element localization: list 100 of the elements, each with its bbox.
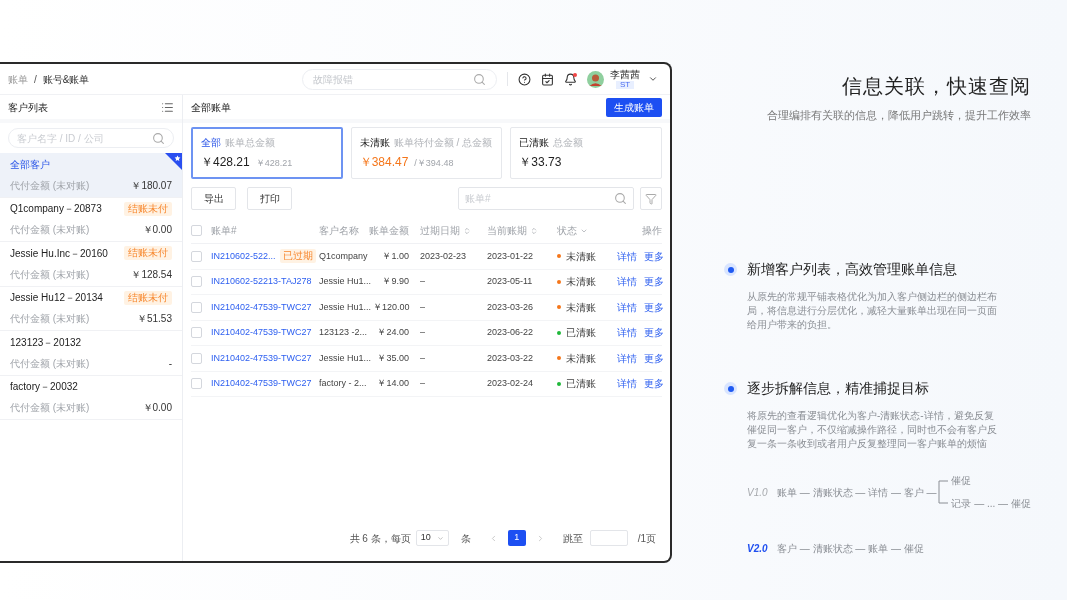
action-link[interactable]: 更多 [644,248,664,264]
customer-name: 123123－20132 [10,335,82,350]
customer-name: 全部客户 [10,157,50,172]
action-link[interactable]: 更多 [644,376,664,392]
bill-link[interactable]: IN210402-47539-TWC27 [211,300,312,314]
card-subtitle: 账单总金额 [225,136,275,150]
amount-cell-text: ￥35.00 [376,351,410,365]
branch-connector [938,480,949,504]
action-link[interactable]: 详情 [617,299,637,315]
amount-value: - [168,356,172,371]
jump-label: 跳至 [562,531,583,546]
breadcrumb-item[interactable]: 账单 [8,71,28,87]
bill-link[interactable]: IN210402-47539-TWC27 [211,377,312,391]
customer-item[interactable]: 全部客户 代付金额 (未对账) ￥180.07 [0,153,182,198]
checkbox[interactable] [191,301,202,313]
filter-button[interactable] [640,187,662,210]
customer-cell-text: Jessie Hu1... [319,275,373,288]
unpaid-tag: 结账未付 [124,290,172,305]
status-cell-text: 未清账 [566,249,596,264]
status-cell-text: 未清账 [566,351,596,366]
card-secondary-value: /￥394.48 [414,157,454,170]
summary-card[interactable]: 已清账 总金额 ￥33.73 [510,127,662,179]
page-jump-field[interactable] [589,530,628,546]
sort-icon[interactable] [530,226,538,235]
period-cell-text: 2023-05-11 [487,275,534,288]
status-cell-text: 未清账 [566,275,596,290]
card-subtitle: 总金额 [553,136,584,150]
card-subtitle: 账单待付金额 / 总金额 [393,136,492,150]
checkbox[interactable] [191,225,202,236]
flow-chain: 账单 — 清账状态 — 详情 — 客户 — [777,485,937,500]
status-cell-text: 未清账 [566,300,596,315]
bullet-icon [724,382,737,396]
amount-label: 代付金额 (未对账) [10,267,90,282]
amount-cell-text: ￥1.00 [381,249,410,263]
bill-link[interactable]: IN210402-47539-TWC27 [211,326,312,340]
bill-link[interactable]: IN210402-47539-TWC27 [211,351,312,365]
action-link[interactable]: 更多 [644,274,664,290]
sidebar-title: 客户列表 [8,100,48,115]
amount-cell-text: ￥24.00 [376,326,410,339]
feature-description: 将原先的查看逻辑优化为客户-清账状态-详情，避免反复催促同一客户，不仅缩减操作路径，同时也不会有客户反复一条一条收到或者用户反复整理同一客户账单的烦恼 [747,409,998,451]
action-link[interactable]: 详情 [617,248,637,264]
list-icon[interactable] [161,100,174,114]
due-date-cell-text: – [419,300,426,314]
unpaid-tag: 结账未付 [124,201,172,216]
customer-name: factory－20032 [10,380,78,395]
checkbox[interactable] [191,352,202,364]
bill-link[interactable]: IN210602-52213-TAJ278 [211,275,312,289]
period-cell-text: 2023-02-24 [487,377,535,390]
bill-link[interactable]: IN210602-522... [211,249,276,263]
sort-icon[interactable] [463,226,471,235]
help-icon[interactable] [518,72,531,86]
customer-cell-text: factory - 2... [319,377,368,390]
avatar[interactable] [587,70,604,88]
total-count: 共 6 条，每页 [349,531,411,546]
checkbox[interactable] [191,250,202,262]
checkbox[interactable] [191,378,202,390]
summary-card[interactable]: 未清账 账单待付金额 / 总金额 ￥384.47 /￥394.48 [350,127,503,179]
version-label: V2.0 [747,542,769,556]
action-link[interactable]: 更多 [644,299,664,315]
slide-subtitle: 合理编排有关联的信息，降低用户跳转，提升工作效率 [766,108,1031,123]
action-link[interactable]: 详情 [617,350,637,366]
amount-label: 代付金额 (未对账) [10,312,90,327]
toolbar-button[interactable]: 打印 [247,187,292,210]
page-button[interactable]: 1 [507,530,526,546]
card-value: ￥428.21 [201,154,250,171]
filter-icon [645,192,657,205]
action-link[interactable]: 详情 [617,325,637,341]
flow-chain: 客户 — 清账状态 — 账单 — 催促 [777,542,924,556]
summary-card[interactable]: 全部 账单总金额 ￥428.21 ￥428.21 [191,127,343,179]
bell-icon[interactable] [564,72,577,86]
create-bill-button[interactable]: 生成账单 [606,97,662,117]
due-date-cell-text: – [419,377,426,390]
action-link[interactable]: 详情 [617,274,637,290]
checkbox[interactable] [191,327,202,339]
checkbox[interactable] [191,276,202,288]
column-header: 过期日期 [420,224,460,238]
amount-value: ￥180.07 [131,178,172,193]
column-header: 客户名称 [319,224,359,238]
status-cell-text: 已清账 [566,377,596,392]
amount-value: ￥0.00 [142,401,172,416]
search-icon [473,72,486,86]
amount-label: 代付金额 (未对账) [10,178,90,193]
action-link[interactable]: 更多 [644,325,664,341]
calendar-icon[interactable] [541,72,554,86]
page-size-select[interactable]: 10 [415,530,449,546]
amount-value: ￥0.00 [142,223,172,238]
amount-cell-text: ￥14.00 [376,377,410,390]
action-link[interactable]: 详情 [617,376,637,392]
chevron-down-icon[interactable] [648,74,658,84]
action-link[interactable]: 更多 [644,350,664,366]
search-icon [152,131,165,145]
column-header: 账单# [211,224,237,238]
due-date-cell-text: – [419,351,426,365]
customer-cell-text: Q1company [319,249,369,263]
branch-step: 催促 [951,473,1031,488]
customer-name: Jessie Hu12－20134 [10,291,103,306]
toolbar-button[interactable]: 导出 [191,187,236,210]
status-cell-text: 已清账 [566,326,596,341]
period-cell-text: 2023-06-22 [487,326,535,339]
card-title: 未清账 [359,136,390,150]
